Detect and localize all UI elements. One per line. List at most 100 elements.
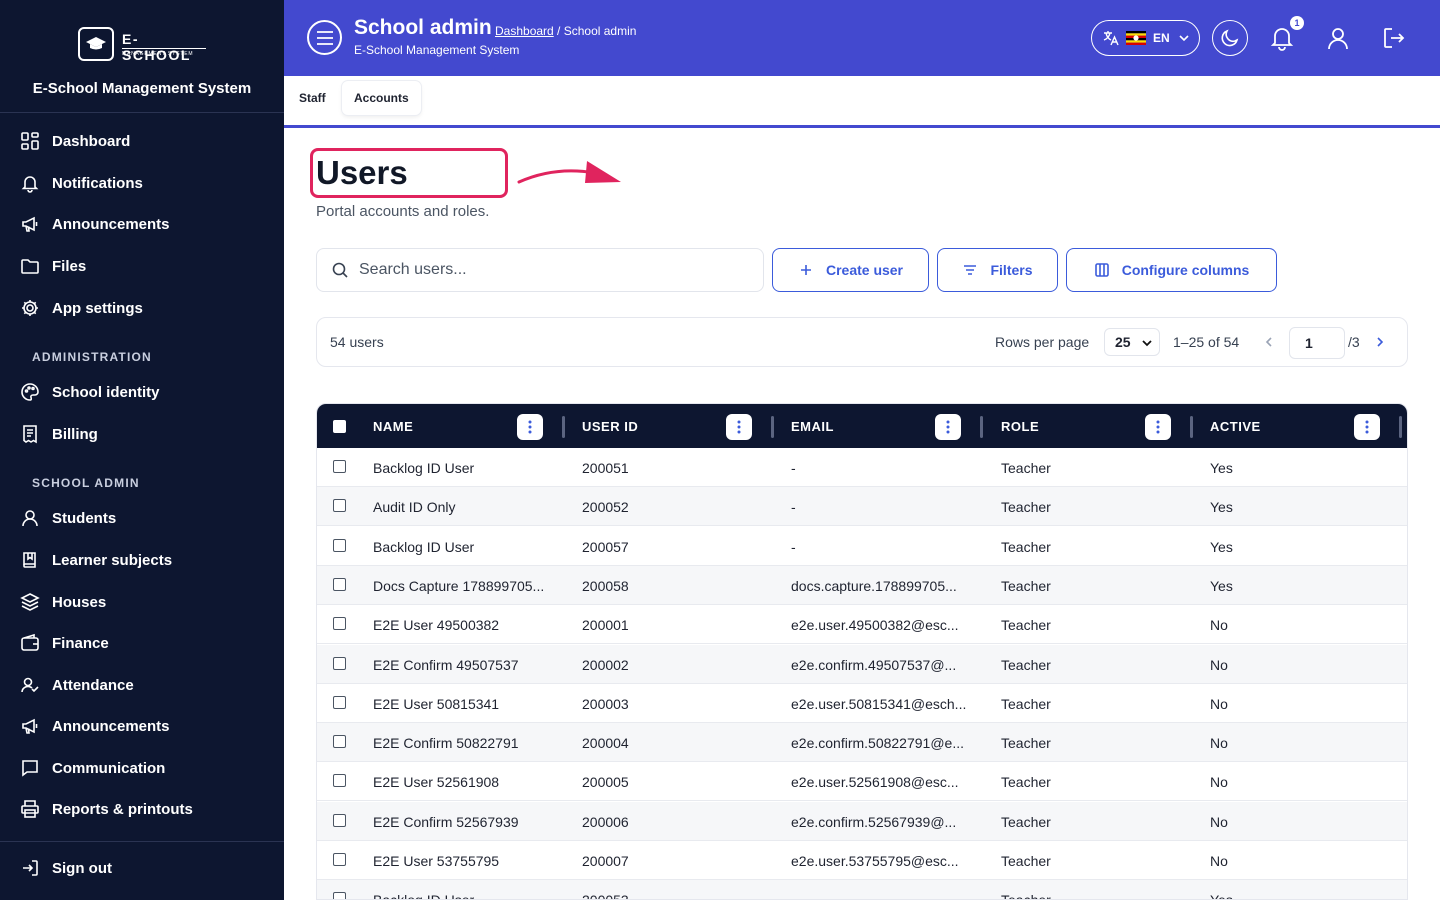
page-subtitle: Portal accounts and roles. bbox=[316, 203, 490, 220]
column-header[interactable]: NAME bbox=[373, 404, 413, 448]
sidebar-item-attendance[interactable]: Attendance bbox=[20, 671, 134, 699]
table-cell: Teacher bbox=[1001, 892, 1051, 899]
sidebar-item-school-identity[interactable]: School identity bbox=[20, 378, 160, 406]
row-checkbox[interactable] bbox=[333, 460, 346, 473]
sidebar-item-label: Files bbox=[52, 257, 87, 275]
sidebar-item-announcements[interactable]: Announcements bbox=[20, 210, 170, 238]
column-resize-handle[interactable] bbox=[1399, 416, 1402, 438]
sidebar-item-reports[interactable]: Reports & printouts bbox=[20, 795, 193, 823]
search-input[interactable] bbox=[359, 261, 739, 279]
table-row[interactable]: E2E User 52561908 200005 e2e.user.52561908… bbox=[317, 762, 1407, 802]
header-subtitle: E-School Management System bbox=[354, 43, 520, 57]
search-field[interactable] bbox=[316, 248, 764, 292]
column-header[interactable]: USER ID bbox=[582, 404, 638, 448]
column-header[interactable]: ACTIVE bbox=[1210, 404, 1261, 448]
sidebar-item-finance[interactable]: Finance bbox=[20, 629, 109, 657]
sidebar-item-notifications[interactable]: Notifications bbox=[20, 169, 143, 197]
table-row[interactable]: E2E User 53755795 200007 e2e.user.53755795… bbox=[317, 841, 1407, 880]
row-checkbox[interactable] bbox=[333, 577, 346, 591]
row-checkbox[interactable] bbox=[333, 695, 346, 709]
bell-icon bbox=[21, 176, 39, 193]
table-row[interactable]: Backlog ID User 200051 - Teacher Yes bbox=[317, 448, 1407, 487]
column-resize-handle[interactable] bbox=[562, 416, 565, 438]
filters-button[interactable]: Filters bbox=[937, 248, 1058, 292]
breadcrumb-dashboard-link[interactable]: Dashboard bbox=[495, 24, 554, 38]
row-checkbox[interactable] bbox=[333, 617, 346, 631]
chevron-down-icon bbox=[1179, 35, 1189, 42]
row-checkbox[interactable] bbox=[333, 499, 346, 513]
table-cell: Teacher bbox=[1001, 695, 1051, 712]
table-cell: Teacher bbox=[1001, 735, 1051, 752]
table-row[interactable]: Backlog ID User 200057 - Teacher Yes bbox=[317, 527, 1407, 566]
wallet-icon bbox=[21, 633, 39, 651]
folder-icon bbox=[21, 259, 39, 274]
column-menu-button[interactable] bbox=[935, 414, 961, 440]
column-menu-button[interactable] bbox=[726, 414, 752, 440]
sidebar-item-announcements-school[interactable]: Announcements bbox=[20, 712, 170, 740]
row-checkbox[interactable] bbox=[333, 656, 346, 670]
chevron-left-icon[interactable] bbox=[1261, 334, 1277, 350]
sidebar-item-billing[interactable]: Billing bbox=[20, 420, 98, 448]
sidebar-item-communication[interactable]: Communication bbox=[20, 754, 165, 782]
row-checkbox[interactable] bbox=[333, 892, 346, 899]
select-all-checkbox[interactable] bbox=[333, 420, 346, 433]
column-menu-button[interactable] bbox=[1145, 414, 1171, 440]
page-title: Users bbox=[316, 154, 408, 191]
theme-toggle-button[interactable] bbox=[1212, 20, 1248, 56]
table-row[interactable]: Backlog ID User 200053 - Teacher Yes bbox=[317, 880, 1407, 899]
table-row[interactable]: Audit ID Only 200052 - Teacher Yes bbox=[317, 487, 1407, 527]
tab-staff[interactable]: Staff bbox=[287, 81, 338, 115]
menu-toggle-button[interactable] bbox=[307, 20, 342, 55]
table-row[interactable]: E2E Confirm 52567939 200006 e2e.confirm.52… bbox=[317, 801, 1407, 841]
logo-text: E-SCHOOL bbox=[122, 31, 191, 63]
table-row[interactable]: E2E User 50815341 200003 e2e.user.50815341… bbox=[317, 684, 1407, 723]
page-number-input[interactable]: 1 bbox=[1289, 327, 1345, 359]
sidebar-item-students[interactable]: Students bbox=[20, 504, 116, 532]
table-row[interactable]: E2E Confirm 49507537 200002 e2e.confirm.49… bbox=[317, 644, 1407, 684]
table-cell: Yes bbox=[1210, 460, 1233, 476]
tab-accounts[interactable]: Accounts bbox=[342, 81, 421, 115]
sidebar-item-houses[interactable]: Houses bbox=[20, 588, 106, 616]
sidebar-item-label: School identity bbox=[52, 383, 160, 401]
row-checkbox[interactable] bbox=[333, 774, 346, 788]
column-resize-handle[interactable] bbox=[1190, 416, 1193, 438]
chevron-right-icon[interactable] bbox=[1372, 334, 1388, 350]
logout-icon[interactable] bbox=[1381, 25, 1407, 51]
create-user-button[interactable]: Create user bbox=[772, 248, 929, 292]
sidebar-item-files[interactable]: Files bbox=[20, 252, 86, 280]
megaphone-icon bbox=[22, 718, 38, 734]
column-menu-button[interactable] bbox=[1354, 414, 1380, 440]
brand-title: E-School Management System bbox=[32, 80, 252, 97]
row-checkbox[interactable] bbox=[333, 538, 346, 552]
sidebar-item-learner-subjects[interactable]: Learner subjects bbox=[20, 546, 172, 574]
notifications-bell-icon[interactable] bbox=[1269, 25, 1295, 51]
table-row[interactable]: Docs Capture 178899705... 200058 docs.capt… bbox=[317, 565, 1407, 605]
user-icon bbox=[22, 510, 38, 527]
header-title: School admin bbox=[354, 16, 492, 39]
row-checkbox[interactable] bbox=[333, 735, 346, 749]
configure-columns-button[interactable]: Configure columns bbox=[1066, 248, 1277, 292]
user-profile-icon[interactable] bbox=[1325, 25, 1351, 51]
table-cell: No bbox=[1210, 774, 1228, 791]
page-total: /3 bbox=[1348, 334, 1360, 350]
users-table: NAME USER ID EMAIL ROLE ACTIVE Backlog ID Us… bbox=[316, 403, 1408, 900]
language-selector[interactable]: EN bbox=[1091, 20, 1200, 56]
column-menu-button[interactable] bbox=[517, 414, 543, 440]
table-cell: Teacher bbox=[1001, 617, 1051, 634]
column-header[interactable]: EMAIL bbox=[791, 404, 834, 448]
sidebar-item-label: Billing bbox=[52, 425, 98, 443]
sidebar-item-label: Dashboard bbox=[52, 132, 131, 150]
sidebar-item-dashboard[interactable]: Dashboard bbox=[20, 127, 130, 155]
row-checkbox[interactable] bbox=[333, 813, 346, 827]
column-header[interactable]: ROLE bbox=[1001, 404, 1039, 448]
rows-per-page-select[interactable]: 25 bbox=[1104, 328, 1160, 356]
table-row[interactable]: E2E Confirm 50822791 200004 e2e.confirm.50… bbox=[317, 723, 1407, 763]
column-resize-handle[interactable] bbox=[980, 416, 983, 438]
sidebar-item-app-settings[interactable]: App settings bbox=[20, 294, 143, 322]
row-checkbox[interactable] bbox=[333, 853, 346, 866]
brand-logo[interactable]: E-SCHOOL MANAGEMENT SYSTEM bbox=[78, 27, 206, 63]
column-resize-handle[interactable] bbox=[771, 416, 774, 438]
sidebar-item-label: Houses bbox=[52, 593, 107, 611]
table-row[interactable]: E2E User 49500382 200001 e2e.user.49500382… bbox=[317, 605, 1407, 645]
sign-out-button[interactable]: Sign out bbox=[20, 854, 112, 882]
